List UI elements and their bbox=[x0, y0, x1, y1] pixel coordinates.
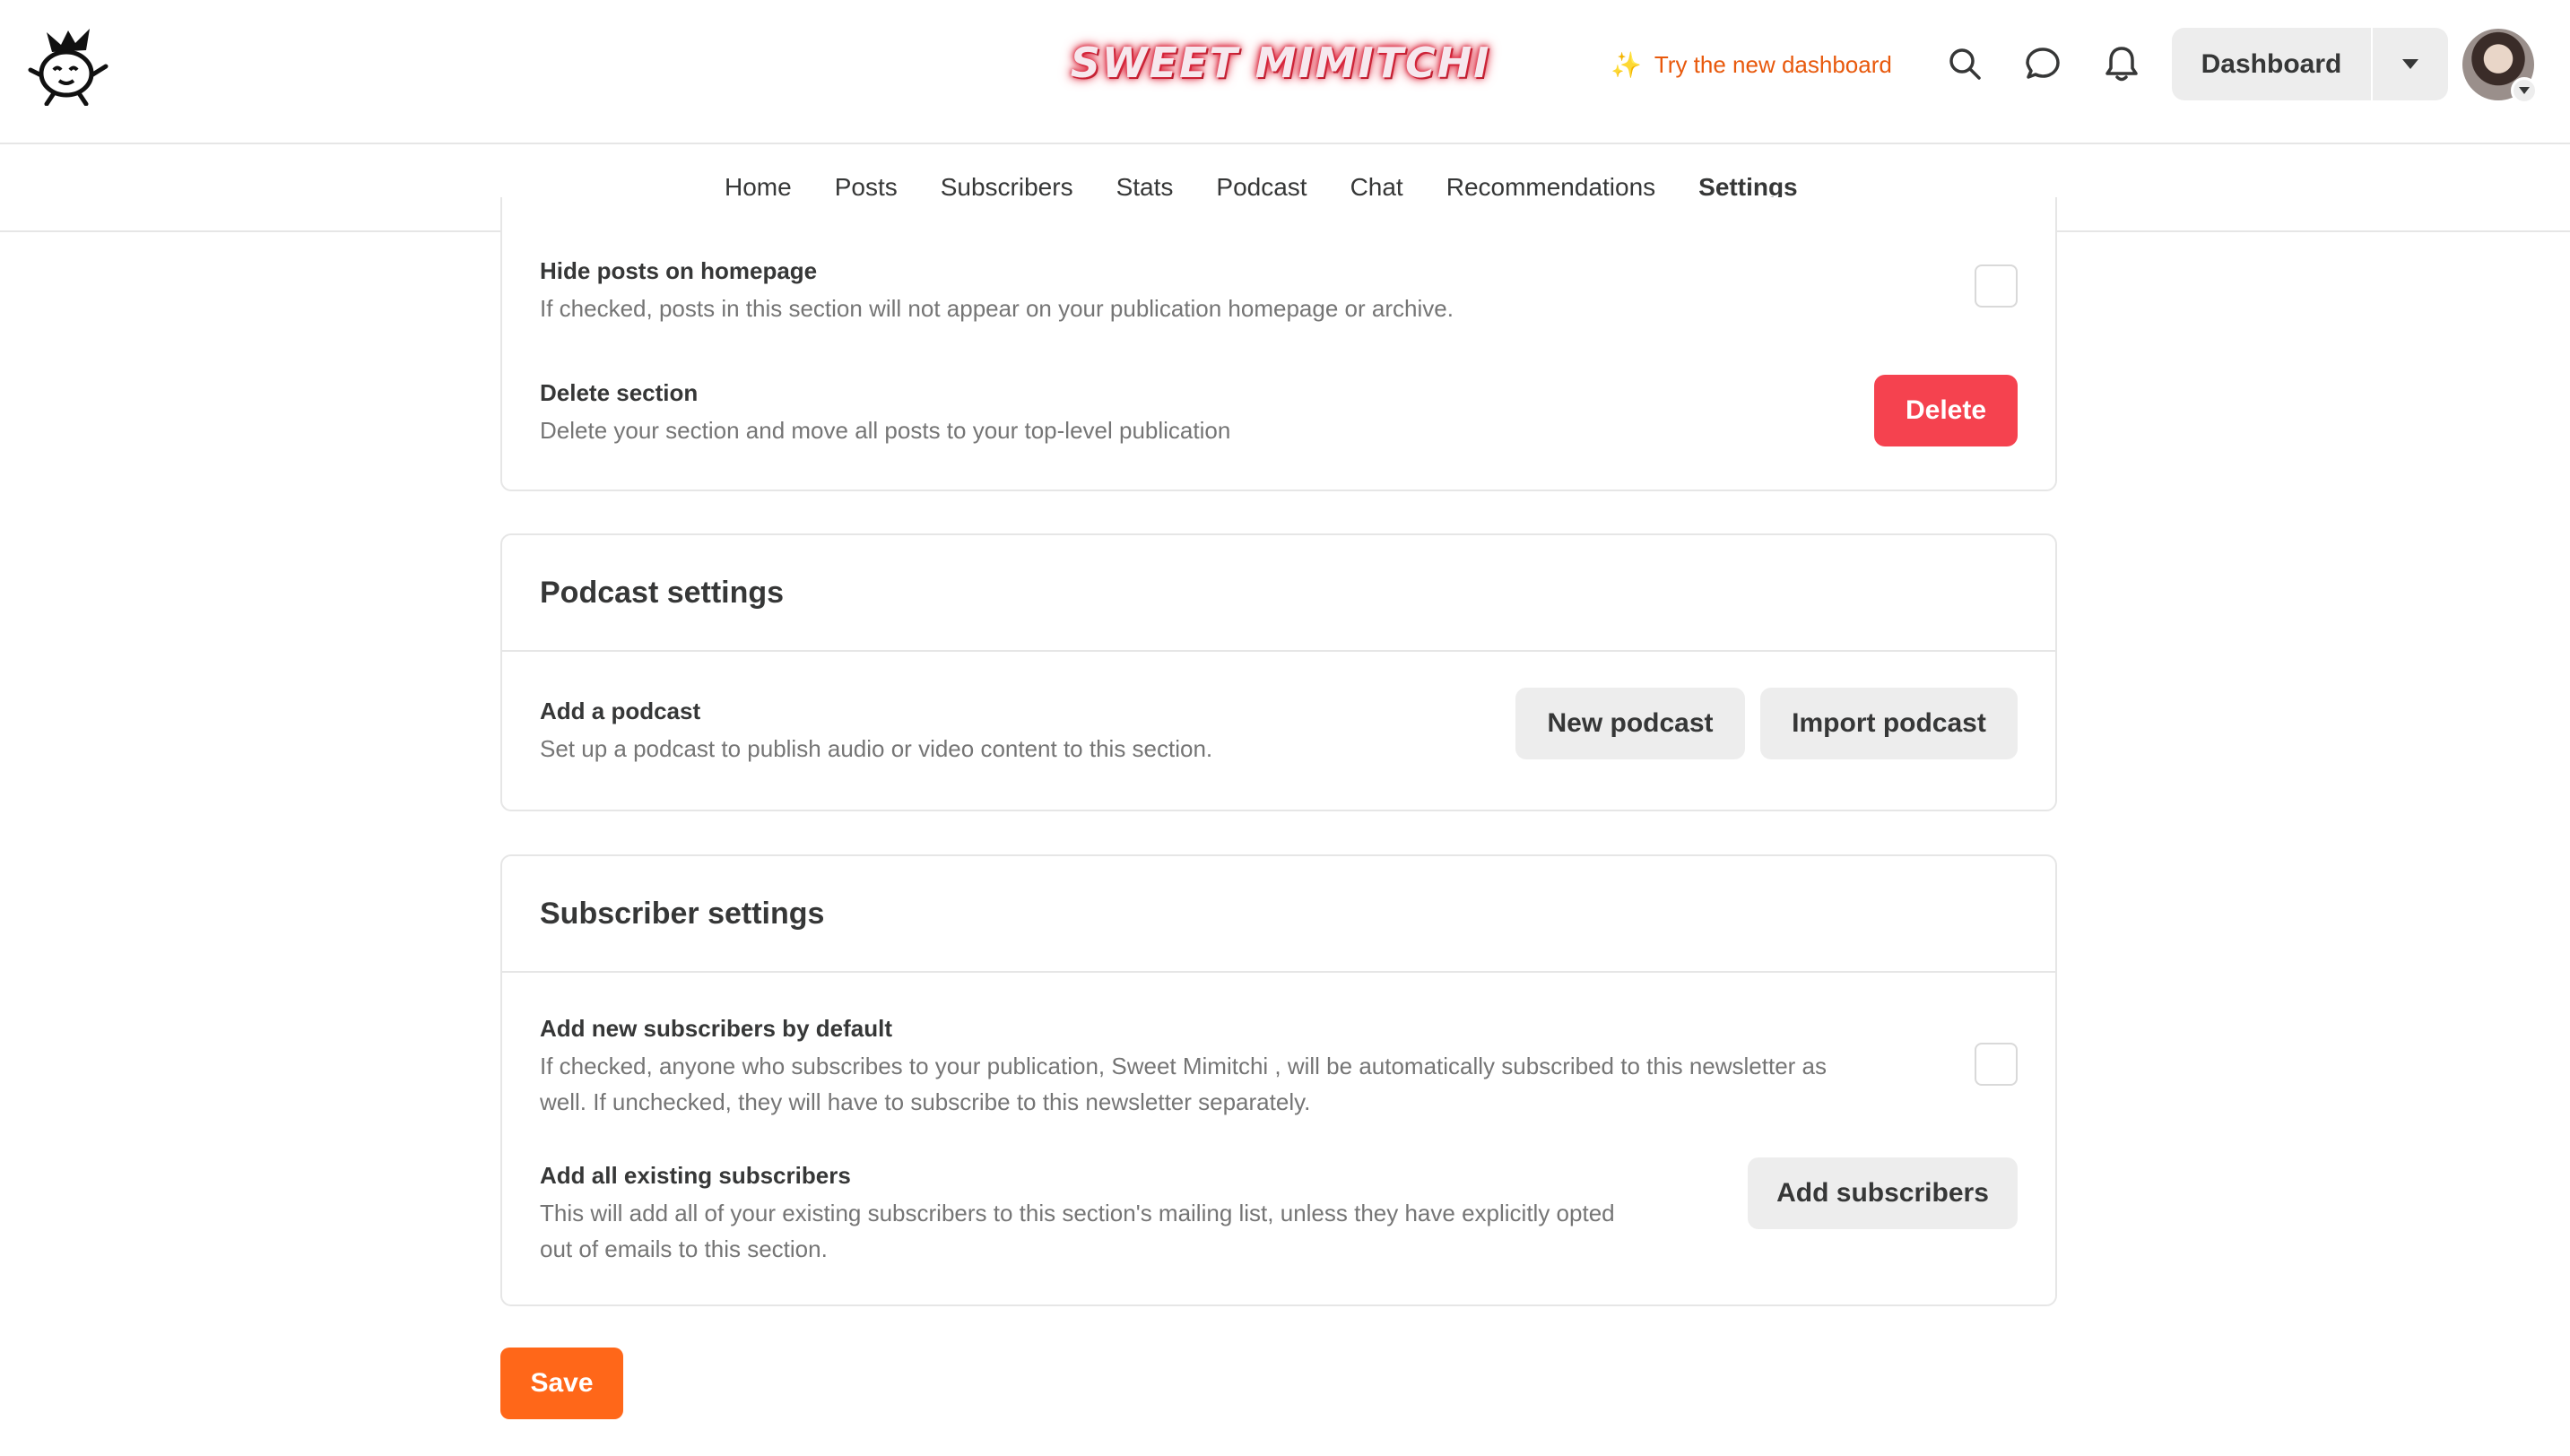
add-podcast-row: Add a podcast Set up a podcast to publis… bbox=[540, 688, 2018, 767]
add-new-subscribers-title: Add new subscribers by default bbox=[540, 1015, 892, 1042]
mascot-logo-icon[interactable] bbox=[27, 25, 111, 107]
top-bar: SWEET MIMITCHI ✨ Try the new dashboard D… bbox=[0, 0, 2570, 144]
notifications-button[interactable] bbox=[2099, 41, 2144, 86]
add-existing-subscribers-description-line2: out of emails to this section. bbox=[540, 1235, 828, 1262]
delete-section-row: Delete section Delete your section and m… bbox=[540, 373, 2018, 448]
add-subscribers-button[interactable]: Add subscribers bbox=[1748, 1157, 2018, 1229]
hide-posts-description: If checked, posts in this section will n… bbox=[540, 295, 1454, 322]
try-new-dashboard-label: Try the new dashboard bbox=[1654, 50, 1892, 78]
search-icon bbox=[1949, 48, 1981, 80]
subscriber-settings-heading: Subscriber settings bbox=[502, 856, 2055, 973]
caret-down-icon bbox=[2402, 58, 2418, 69]
delete-section-button[interactable]: Delete bbox=[1874, 375, 2018, 446]
hide-posts-checkbox[interactable] bbox=[1975, 264, 2018, 308]
hide-posts-row: Hide posts on homepage If checked, posts… bbox=[540, 251, 2018, 326]
add-existing-subscribers-row: Add all existing subscribers This will a… bbox=[540, 1156, 2018, 1267]
add-new-subscribers-description-line1: If checked, anyone who subscribes to you… bbox=[540, 1053, 1828, 1079]
page: SWEET MIMITCHI ✨ Try the new dashboard D… bbox=[0, 0, 2570, 1456]
add-new-subscribers-checkbox[interactable] bbox=[1975, 1043, 2018, 1086]
dashboard-dropdown-button[interactable] bbox=[2373, 28, 2448, 100]
sparkle-icon: ✨ bbox=[1611, 50, 1642, 79]
try-new-dashboard-link[interactable]: ✨ Try the new dashboard bbox=[1611, 47, 1892, 82]
save-button[interactable]: Save bbox=[500, 1348, 623, 1419]
dashboard-button-group: Dashboard bbox=[2172, 28, 2448, 100]
add-new-subscribers-description-line2: well. If unchecked, they will have to su… bbox=[540, 1088, 1311, 1115]
subscriber-settings-card: Subscriber settings Add new subscribers … bbox=[500, 854, 2057, 1306]
caret-down-icon bbox=[2511, 77, 2538, 104]
delete-section-title: Delete section bbox=[540, 379, 699, 406]
chat-button[interactable] bbox=[2020, 41, 2065, 86]
podcast-settings-heading: Podcast settings bbox=[502, 535, 2055, 652]
dashboard-button[interactable]: Dashboard bbox=[2172, 28, 2371, 100]
section-settings-card: Hide posts on homepage If checked, posts… bbox=[500, 197, 2057, 491]
search-button[interactable] bbox=[1942, 41, 1987, 86]
publication-wordmark[interactable]: SWEET MIMITCHI bbox=[1071, 29, 1489, 97]
chat-bubble-icon bbox=[2026, 48, 2060, 79]
bell-icon bbox=[2105, 47, 2138, 82]
hide-posts-title: Hide posts on homepage bbox=[540, 257, 818, 284]
podcast-settings-card: Podcast settings Add a podcast Set up a … bbox=[500, 533, 2057, 811]
user-menu[interactable] bbox=[2462, 29, 2538, 104]
add-new-subscribers-row: Add new subscribers by default If checke… bbox=[540, 1009, 2018, 1120]
new-podcast-button[interactable]: New podcast bbox=[1515, 688, 1745, 759]
import-podcast-button[interactable]: Import podcast bbox=[1760, 688, 2018, 759]
delete-section-description: Delete your section and move all posts t… bbox=[540, 417, 1231, 444]
